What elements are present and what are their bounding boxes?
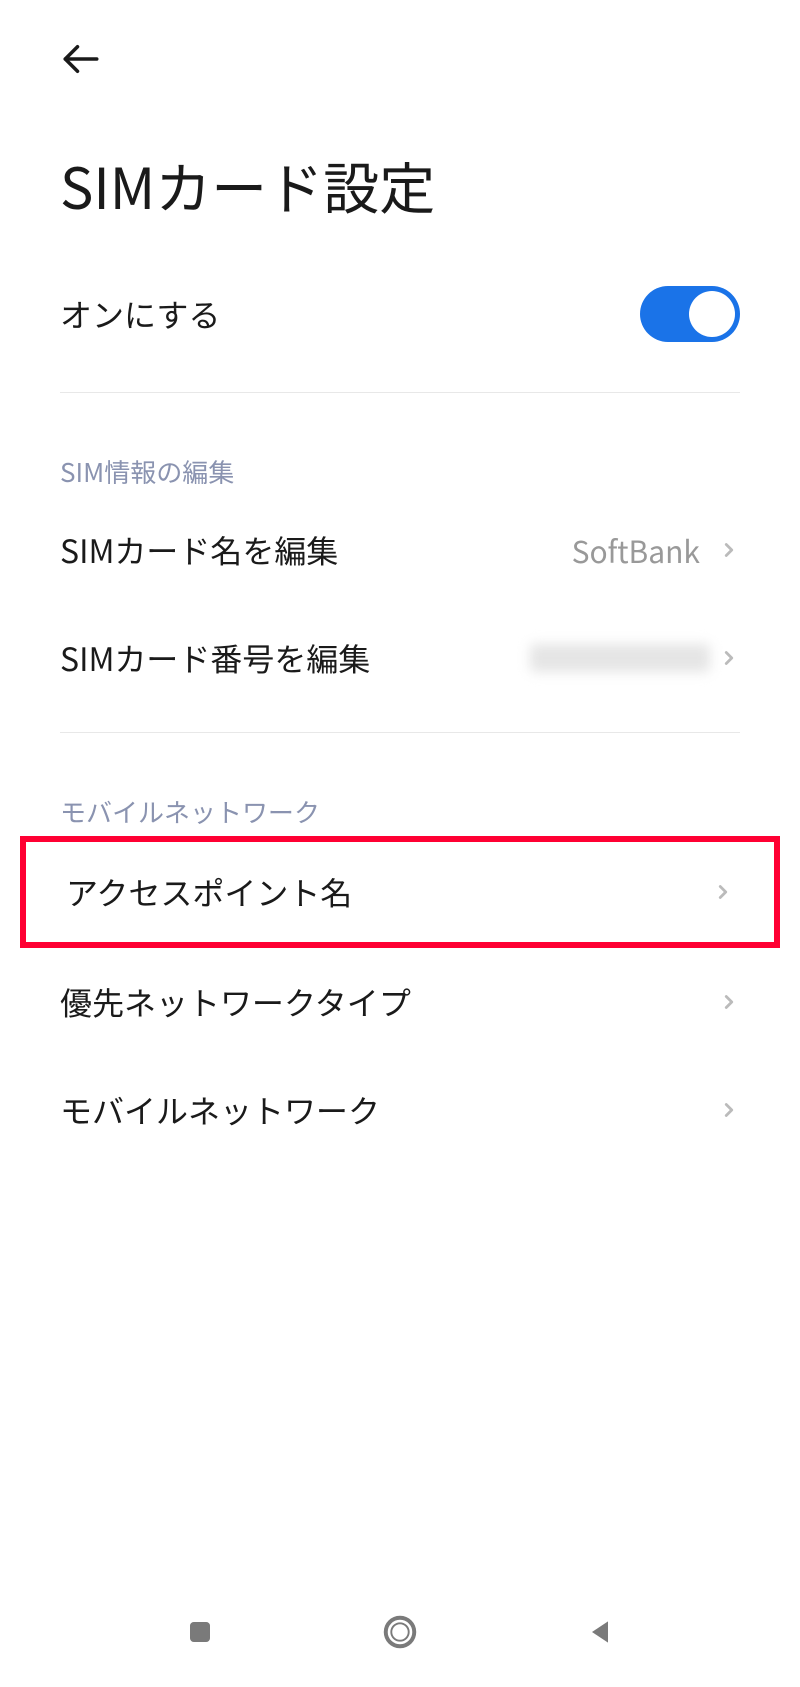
nav-home-button[interactable] [380,1612,420,1652]
android-navbar [0,1577,800,1687]
highlight-apn: アクセスポイント名 [20,836,780,948]
edit-sim-name-value: SoftBank [572,528,700,572]
chevron-right-icon [718,539,740,561]
enable-label: オンにする [60,291,220,337]
nav-back-button[interactable] [580,1612,620,1652]
circle-icon [381,1613,419,1651]
mobile-network-label: モバイルネットワーク [60,1087,380,1133]
triangle-left-icon [584,1616,616,1648]
enable-toggle[interactable] [640,286,740,342]
edit-sim-number-label: SIMカード番号を編集 [60,635,370,681]
row-edit-sim-number[interactable]: SIMカード番号を編集 [60,604,740,712]
edit-sim-number-value-redacted [530,644,710,672]
arrow-left-icon [60,38,102,80]
preferred-network-type-label: 優先ネットワークタイプ [60,979,411,1025]
chevron-right-icon [718,647,740,669]
divider [60,392,740,393]
section-header-sim-info: SIM情報の編集 [0,413,800,496]
row-mobile-network[interactable]: モバイルネットワーク [60,1056,740,1164]
edit-sim-name-label: SIMカード名を編集 [60,527,338,573]
page-title: SIMカード設定 [0,95,800,256]
chevron-right-icon [718,991,740,1013]
chevron-right-icon [712,881,734,903]
row-preferred-network-type[interactable]: 優先ネットワークタイプ [60,948,740,1056]
square-icon [185,1617,215,1647]
divider [60,732,740,733]
row-apn[interactable]: アクセスポイント名 [66,842,734,942]
section-header-mobile-network: モバイルネットワーク [0,753,800,836]
apn-label: アクセスポイント名 [66,869,352,915]
chevron-right-icon [718,1099,740,1121]
nav-recent-button[interactable] [180,1612,220,1652]
back-button[interactable] [60,38,102,85]
row-edit-sim-name[interactable]: SIMカード名を編集 SoftBank [60,496,740,604]
row-enable[interactable]: オンにする [60,256,740,372]
toggle-thumb [689,291,735,337]
